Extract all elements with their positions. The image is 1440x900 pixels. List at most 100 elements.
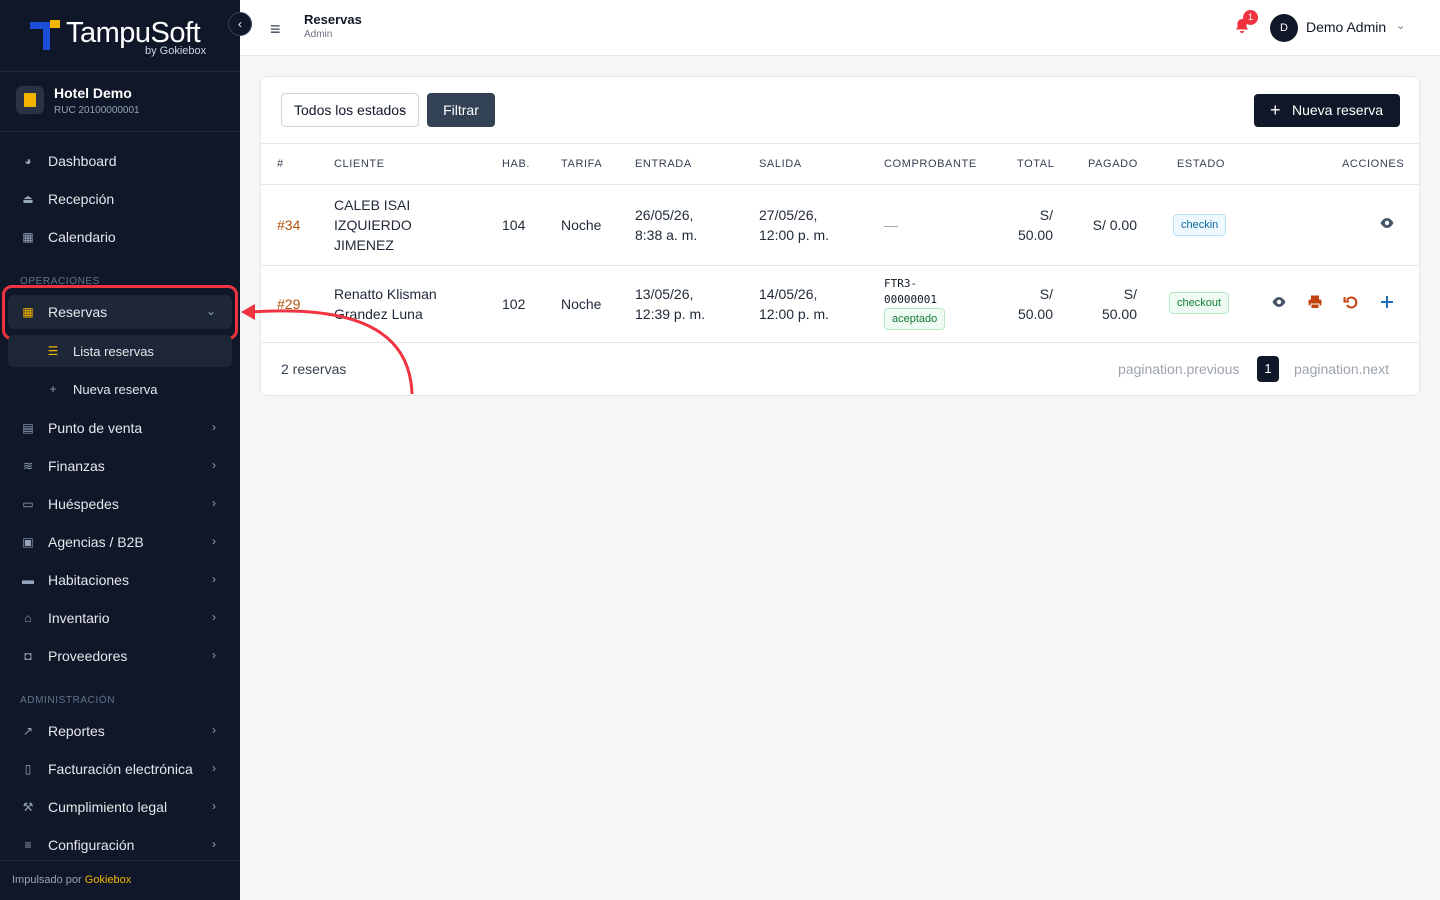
- user-menu[interactable]: Demo Admin: [1306, 19, 1386, 35]
- file-invoice-icon: ▯: [24, 762, 32, 776]
- print-icon[interactable]: [1307, 294, 1323, 315]
- tampusoft-logo-icon: [30, 20, 60, 50]
- plus-icon: +: [49, 382, 57, 396]
- view-eye-icon[interactable]: [1271, 294, 1287, 315]
- client-name-line: IZQUIERDO: [334, 217, 412, 233]
- sidebar-item-label: Habitaciones: [48, 572, 129, 588]
- sidebar-item-label: Nueva reserva: [73, 381, 158, 397]
- sidebar-item-cumplimiento[interactable]: ⚒ Cumplimiento legal ›: [8, 790, 232, 824]
- plus-icon[interactable]: [1379, 294, 1395, 315]
- status-badge: checkout: [1169, 292, 1230, 314]
- view-eye-icon[interactable]: [1379, 215, 1395, 236]
- amount-line: 50.00: [1101, 306, 1137, 322]
- sidebar-item-label: Finanzas: [48, 458, 105, 474]
- avatar[interactable]: D: [1270, 14, 1298, 42]
- footer-text: Impulsado por: [12, 874, 82, 886]
- chevron-down-icon: ⌄: [397, 104, 406, 115]
- sidebar-subitem-lista-reservas[interactable]: ☰ Lista reservas: [8, 335, 232, 367]
- paid-amount: S/ 0.00: [1092, 217, 1137, 233]
- section-label-administracion: ADMINISTRACIÓN: [20, 695, 116, 706]
- sidebar-item-inventario[interactable]: ⌂ Inventario ›: [8, 601, 232, 635]
- page-subtitle: Admin: [304, 29, 333, 40]
- footer-brand-link[interactable]: Gokiebox: [85, 874, 131, 886]
- sidebar-item-recepcion[interactable]: ⏏ Recepción: [8, 182, 232, 216]
- sidebar-item-finanzas[interactable]: ≋ Finanzas ›: [8, 449, 232, 483]
- brand: TampuSoft by Gokiebox: [0, 0, 240, 72]
- chevron-right-icon: ›: [212, 496, 216, 510]
- invoice-empty: —: [884, 217, 898, 233]
- pagination-next[interactable]: pagination.next: [1294, 361, 1389, 377]
- client-name-line: CALEB ISAI: [334, 197, 411, 213]
- reservation-id-link[interactable]: #34: [277, 215, 300, 235]
- chevron-down-icon[interactable]: ⌄: [1396, 19, 1405, 32]
- sidebar-item-huespedes[interactable]: ▭ Huéspedes ›: [8, 487, 232, 521]
- table-row[interactable]: #29 Renatto Klisman Grandez Luna 102 Noc…: [261, 266, 1419, 343]
- sidebar-item-punto-venta[interactable]: ▤ Punto de venta ›: [8, 411, 232, 445]
- sidebar-item-label: Agencias / B2B: [48, 534, 144, 550]
- time-line: 8:38 a. m.: [635, 227, 698, 243]
- warehouse-icon: ⌂: [24, 611, 32, 625]
- menu-icon[interactable]: ≡: [270, 19, 281, 40]
- column-header: ENTRADA: [635, 158, 692, 170]
- sidebar-item-label: Facturación electrónica: [48, 761, 193, 777]
- sidebar-subitem-nueva-reserva[interactable]: + Nueva reserva: [8, 373, 232, 405]
- total-amount: S/ 50.00: [1001, 284, 1053, 324]
- sidebar-item-label: Lista reservas: [73, 343, 154, 359]
- total-amount: S/ 50.00: [1001, 205, 1053, 245]
- sidebar-item-proveedores[interactable]: ◘ Proveedores ›: [8, 639, 232, 673]
- hotel-selector[interactable]: Hotel Demo RUC 20100000001: [0, 72, 240, 132]
- hotel-ruc: RUC 20100000001: [54, 105, 140, 116]
- client-name-line: Renatto Klisman: [334, 286, 437, 302]
- status-filter-value: Todos los estados: [294, 102, 407, 118]
- new-reservation-label: Nueva reserva: [1292, 102, 1384, 118]
- column-header: CLIENTE: [334, 158, 385, 170]
- invoice-number: FTR3- 00000001: [884, 276, 937, 308]
- chevron-right-icon: ›: [212, 610, 216, 624]
- new-reservation-button[interactable]: + Nueva reserva: [1254, 94, 1400, 127]
- chevron-right-icon: ›: [212, 458, 216, 472]
- client-name-line: Grandez Luna: [334, 306, 423, 322]
- sidebar-item-agencias[interactable]: ▣ Agencias / B2B ›: [8, 525, 232, 559]
- chevron-right-icon: ›: [212, 761, 216, 775]
- sidebar-item-dashboard[interactable]: ◕ Dashboard: [8, 144, 232, 178]
- hotel-name: Hotel Demo: [54, 85, 132, 101]
- time-line: 12:39 p. m.: [635, 306, 706, 322]
- invoice-correlative: 00000001: [884, 293, 937, 306]
- pagination-previous[interactable]: pagination.previous: [1118, 361, 1239, 377]
- status-filter-select[interactable]: Todos los estados ⌄: [281, 93, 419, 127]
- amount-line: 50.00: [1017, 306, 1053, 322]
- plus-icon: +: [1270, 100, 1281, 120]
- reservation-id-link[interactable]: #29: [277, 294, 300, 314]
- column-header: PAGADO: [1088, 158, 1138, 170]
- sidebar-item-label: Recepción: [48, 191, 115, 207]
- dashboard-icon: ◕: [24, 154, 32, 168]
- notification-badge: 1: [1243, 10, 1258, 25]
- coins-icon: ≋: [22, 459, 34, 473]
- sidebar-item-label: Punto de venta: [48, 420, 143, 436]
- suitcase-icon: ▣: [22, 535, 34, 549]
- sidebar-item-label: Inventario: [48, 610, 110, 626]
- sidebar-item-reportes[interactable]: ↗ Reportes ›: [8, 714, 232, 748]
- sidebar-item-facturacion[interactable]: ▯ Facturación electrónica ›: [8, 752, 232, 786]
- column-header: SALIDA: [759, 158, 802, 170]
- sidebar-item-configuracion[interactable]: ≡ Configuración ›: [8, 828, 232, 862]
- collapse-sidebar-button[interactable]: ‹: [228, 12, 252, 36]
- id-card-icon: ▭: [22, 497, 34, 511]
- date-line: 26/05/26,: [635, 207, 694, 223]
- invoice-status-badge: aceptado: [884, 308, 946, 330]
- chevron-right-icon: ›: [212, 572, 216, 586]
- chevron-right-icon: ›: [212, 723, 216, 737]
- filter-button[interactable]: Filtrar: [427, 93, 495, 127]
- check-out-date: 14/05/26, 12:00 p. m.: [759, 284, 829, 324]
- bed-icon: ▬: [22, 573, 34, 587]
- chevron-right-icon: ›: [212, 799, 216, 813]
- pagination-bar: 2 reservas pagination.previous 1 paginat…: [261, 343, 1419, 395]
- pagination-current-page[interactable]: 1: [1257, 356, 1279, 382]
- currency-line: S/: [1123, 286, 1137, 302]
- date-line: 27/05/26,: [759, 207, 818, 223]
- undo-icon[interactable]: [1343, 294, 1359, 315]
- sidebar-item-habitaciones[interactable]: ▬ Habitaciones ›: [8, 563, 232, 597]
- column-header: TOTAL: [1017, 158, 1055, 170]
- table-row[interactable]: #34 CALEB ISAI IZQUIERDO JIMENEZ 104 Noc…: [261, 185, 1419, 266]
- sidebar-item-calendario[interactable]: ▦ Calendario: [8, 220, 232, 254]
